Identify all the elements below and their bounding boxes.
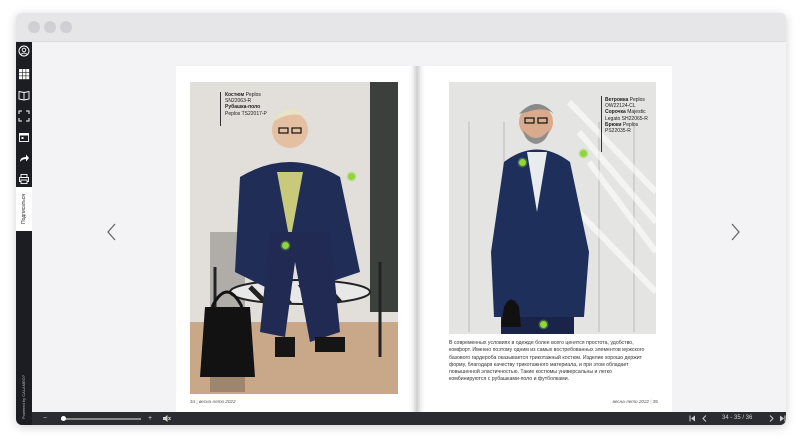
left-page-number: 34 — [190, 399, 196, 404]
zoom-slider-knob[interactable] — [61, 416, 66, 421]
left-label-line-4: Peplos TS22017-P — [225, 110, 267, 117]
hotspot-polo[interactable] — [282, 242, 289, 249]
next-page-icon[interactable] — [767, 414, 776, 423]
left-page-footer: 34 | весна-лето 2022 — [190, 399, 236, 404]
right-page-photo: Ветровка Peplos OW22124-CL Сорочка Majes… — [449, 82, 656, 334]
book-spine — [409, 66, 425, 412]
subscribe-tab[interactable]: Подписаться — [16, 187, 32, 231]
page-indicator: 34 - 35 / 36 — [722, 415, 753, 421]
right-page-number: 35 — [652, 399, 658, 404]
subscribe-label: Подписаться — [21, 194, 27, 224]
powered-by-label[interactable]: Powered by CALAMEO? — [18, 349, 30, 419]
right-page: Ветровка Peplos OW22124-CL Сорочка Majes… — [420, 66, 672, 412]
zoom-slider-track[interactable] — [61, 418, 141, 420]
label-divider-line — [601, 96, 602, 152]
flipbook-viewer: Костюм Peplos SN22063-R Рубашка-поло Pep… — [32, 42, 786, 412]
sound-off-icon[interactable] — [162, 414, 171, 423]
zoom-in-button[interactable]: + — [148, 414, 152, 423]
product-description: В современных условиях в одежде более вс… — [449, 340, 645, 383]
left-product-label: Костюм Peplos SN22063-R Рубашка-поло Pep… — [225, 92, 267, 117]
man-in-navy-suit-image — [190, 82, 398, 394]
previous-page-arrow-icon[interactable] — [105, 222, 119, 242]
right-page-footer: весна-лето 2022 | 35 — [612, 399, 658, 404]
hotspot-windbreaker[interactable] — [580, 150, 587, 157]
prev-page-icon[interactable] — [700, 414, 709, 423]
hotspot-shirt[interactable] — [519, 159, 526, 166]
browser-window: Подписаться Powered by CALAMEO? Костюм P… — [16, 13, 786, 425]
user-circle-icon[interactable] — [18, 45, 30, 57]
book-icon[interactable] — [18, 89, 30, 101]
bottom-toolbar: − + 34 - 35 / 36 — [32, 412, 786, 425]
sidebar: Подписаться Powered by CALAMEO? — [16, 42, 32, 425]
zoom-out-button[interactable]: − — [43, 414, 47, 423]
calendar-icon[interactable] — [18, 131, 30, 143]
window-titlebar — [16, 13, 786, 42]
next-page-arrow-icon[interactable] — [728, 222, 742, 242]
share-icon[interactable] — [18, 152, 30, 164]
left-footer-season: весна-лето 2022 — [198, 399, 236, 404]
left-page: Костюм Peplos SN22063-R Рубашка-поло Pep… — [176, 66, 414, 412]
hotspot-suit[interactable] — [348, 173, 355, 180]
left-page-photo: Костюм Peplos SN22063-R Рубашка-поло Pep… — [190, 82, 398, 394]
last-page-icon[interactable] — [778, 414, 786, 423]
right-footer-season: весна-лето 2022 — [612, 399, 650, 404]
window-dot-close[interactable] — [28, 21, 40, 33]
right-product-label: Ветровка Peplos OW22124-CL Сорочка Majes… — [605, 97, 648, 134]
fullscreen-icon[interactable] — [18, 110, 30, 122]
window-dot-maximize[interactable] — [60, 21, 72, 33]
hotspot-trousers[interactable] — [540, 321, 547, 328]
right-label-line-6: PS22035-R — [605, 128, 631, 135]
window-dot-minimize[interactable] — [44, 21, 56, 33]
label-divider-line — [220, 92, 221, 126]
grid-icon[interactable] — [18, 68, 30, 80]
print-icon[interactable] — [18, 173, 30, 185]
first-page-icon[interactable] — [688, 414, 697, 423]
